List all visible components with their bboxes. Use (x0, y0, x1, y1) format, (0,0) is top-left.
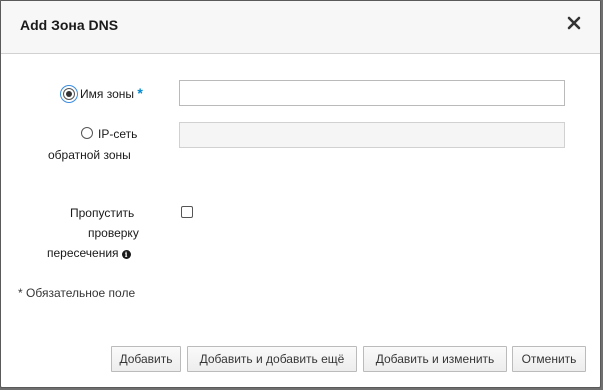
add-button[interactable]: Добавить (111, 346, 181, 372)
close-icon[interactable] (566, 15, 582, 31)
skip-overlap-checkbox[interactable] (181, 206, 193, 218)
dialog-header: Add Зона DNS (1, 1, 600, 54)
zone-name-label: Имя зоны * (80, 83, 143, 104)
reverse-zone-label-line1: IP-сеть (98, 127, 138, 141)
reverse-zone-input[interactable] (179, 122, 565, 148)
dialog-title: Add Зона DNS (20, 17, 119, 33)
required-field-note: * Обязательное поле (18, 286, 136, 300)
add-dns-zone-dialog: Add Зона DNS Имя зоны * IP-сеть обратной… (0, 0, 601, 388)
info-icon[interactable]: i (121, 250, 131, 259)
skip-overlap-label-line2: проверку (88, 226, 139, 240)
add-and-edit-button[interactable]: Добавить и изменить (363, 346, 507, 372)
zone-name-input[interactable] (179, 80, 565, 106)
skip-overlap-label-line3-text: пересечения (47, 246, 119, 260)
zone-name-radio[interactable] (63, 88, 75, 100)
skip-overlap-label-line1: Пропустить (70, 206, 135, 220)
zone-name-label-text: Имя зоны (80, 87, 134, 101)
cancel-button[interactable]: Отменить (512, 346, 586, 372)
skip-overlap-label-line3: пересечения i (47, 243, 131, 263)
reverse-zone-label-line2: обратной зоны (48, 148, 131, 162)
reverse-zone-radio[interactable] (81, 127, 93, 139)
add-and-add-another-button[interactable]: Добавить и добавить ещё (187, 346, 357, 372)
modal-backdrop: Add Зона DNS Имя зоны * IP-сеть обратной… (0, 0, 603, 390)
required-mark: * (137, 85, 143, 101)
